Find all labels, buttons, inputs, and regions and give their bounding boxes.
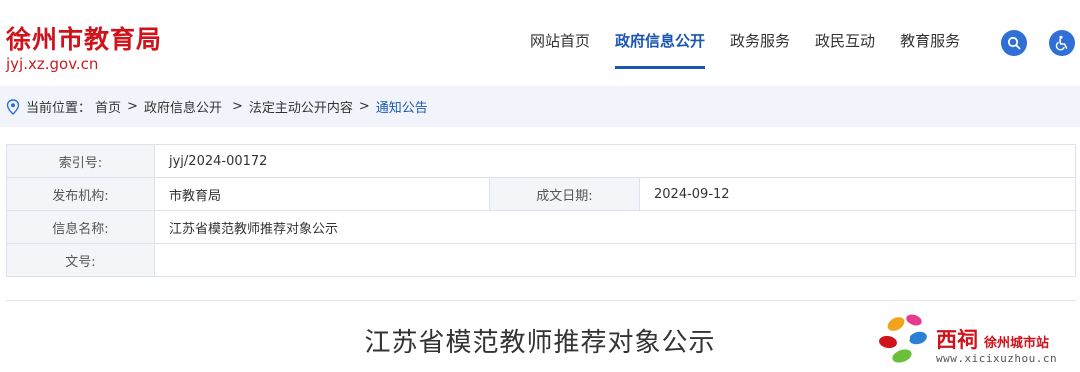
breadcrumb-separator: >	[231, 99, 243, 114]
date-value: 2024-09-12	[639, 177, 1076, 211]
date-label: 成文日期:	[489, 177, 640, 211]
document-number-label: 文号:	[6, 243, 155, 277]
breadcrumb-statutory-content[interactable]: 法定主动公开内容	[249, 97, 353, 116]
watermark-brand: 西祠	[936, 328, 978, 352]
search-button[interactable]	[1001, 30, 1027, 56]
breadcrumb-prefix: 当前位置：	[26, 101, 92, 116]
index-number-label: 索引号:	[6, 144, 155, 178]
publisher-value: 市教育局	[154, 177, 490, 211]
breadcrumb: 当前位置： 首页 > 政府信息公开 > 法定主动公开内容 > 通知公告	[0, 86, 1080, 127]
main-nav: 网站首页 政府信息公开 政务服务 政民互动 教育服务	[530, 30, 985, 70]
accessibility-button[interactable]	[1049, 30, 1075, 56]
nav-item-education-services[interactable]: 教育服务	[900, 30, 960, 70]
breadcrumb-separator: >	[127, 99, 138, 114]
breadcrumb-notices[interactable]: 通知公告	[376, 97, 428, 116]
content-divider	[6, 300, 1076, 301]
table-row: 发布机构: 市教育局 成文日期: 2024-09-12	[6, 177, 1076, 211]
table-row: 信息名称: 江苏省模范教师推荐对象公示	[6, 210, 1076, 244]
xici-logo-icon	[879, 314, 927, 363]
table-row: 文号:	[6, 243, 1076, 277]
document-number-value	[154, 243, 1076, 277]
accessibility-icon	[1055, 35, 1068, 51]
nav-item-gov-info-disclosure[interactable]: 政府信息公开	[615, 30, 706, 70]
watermark: 西祠 徐州城市站 www.xicixuzhou.cn	[876, 310, 1076, 370]
nav-item-public-interaction[interactable]: 政民互动	[815, 30, 875, 70]
breadcrumb-home[interactable]: 首页	[95, 97, 121, 116]
breadcrumb-separator: >	[358, 99, 370, 114]
info-name-value: 江苏省模范教师推荐对象公示	[154, 210, 1076, 244]
nav-item-gov-services[interactable]: 政务服务	[730, 30, 790, 70]
nav-item-home[interactable]: 网站首页	[530, 30, 590, 70]
publisher-label: 发布机构:	[6, 177, 155, 211]
location-pin-icon	[6, 98, 20, 115]
site-header: 徐州市教育局 jyj.xz.gov.cn 网站首页 政府信息公开 政务服务 政民…	[0, 0, 1080, 86]
info-name-label: 信息名称:	[6, 210, 155, 244]
watermark-url: www.xicixuzhou.cn	[936, 352, 1058, 365]
document-info-table: 索引号: jyj/2024-00172 发布机构: 市教育局 成文日期: 202…	[6, 144, 1076, 277]
site-logo-url[interactable]: jyj.xz.gov.cn	[6, 55, 98, 73]
watermark-city: 徐州城市站	[984, 336, 1050, 351]
breadcrumb-gov-info[interactable]: 政府信息公开	[144, 97, 222, 116]
table-row: 索引号: jyj/2024-00172	[6, 144, 1076, 178]
index-number-value: jyj/2024-00172	[154, 144, 1076, 178]
search-icon	[1007, 36, 1021, 50]
site-logo-title[interactable]: 徐州市教育局	[6, 20, 162, 56]
